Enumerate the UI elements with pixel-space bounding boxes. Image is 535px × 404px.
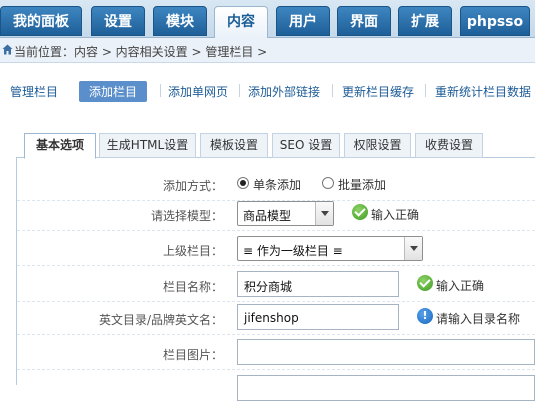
parent-select-value: ≡ 作为一级栏目 ≡	[243, 244, 343, 258]
row-category-image: 栏目图片：	[17, 336, 535, 370]
row-next	[17, 370, 535, 404]
catdir-label: 英文目录/品牌英文名：	[98, 313, 223, 327]
parent-category-select[interactable]: ≡ 作为一级栏目 ≡	[237, 236, 423, 261]
subnav-recount-data[interactable]: 重新统计栏目数据	[435, 83, 531, 100]
subnav-divider	[160, 84, 161, 97]
catname-status: 输入正确	[436, 279, 485, 293]
tab-permission-settings[interactable]: 权限设置	[344, 133, 411, 158]
row-category-dir: 英文目录/品牌英文名： jifenshop ! 请输入目录名称	[17, 301, 535, 335]
category-dir-input[interactable]: jifenshop	[237, 304, 399, 330]
model-status: 输入正确	[371, 208, 420, 222]
model-select[interactable]: 商品模型	[237, 201, 334, 226]
breadcrumb-bar: 当前位置：内容 > 内容相关设置 > 管理栏目 >	[0, 38, 535, 63]
nav-tab-content[interactable]: 内容	[214, 6, 268, 39]
radio-batch-add-label: 批量添加	[338, 178, 387, 192]
catname-label: 栏目名称：	[162, 280, 223, 294]
nav-tab-interface[interactable]: 界面	[337, 6, 391, 36]
subnav-manage-categories[interactable]: 管理栏目	[10, 83, 58, 100]
chevron-down-icon	[404, 237, 422, 260]
subnav-update-cache[interactable]: 更新栏目缓存	[342, 83, 414, 100]
check-circle-icon	[352, 204, 368, 220]
model-label: 请选择模型：	[150, 209, 223, 223]
row-parent-category: 上级栏目： ≡ 作为一级栏目 ≡	[17, 232, 535, 266]
next-field-input[interactable]	[237, 375, 535, 401]
chevron-down-icon	[315, 202, 333, 225]
radio-single-add[interactable]	[237, 177, 249, 189]
row-add-mode: 添加方式： 单条添加 批量添加	[17, 167, 535, 201]
nav-tab-my-panel[interactable]: 我的面板	[0, 6, 82, 36]
info-icon: !	[417, 308, 433, 324]
nav-tab-users[interactable]: 用户	[276, 6, 330, 36]
subnav-divider	[332, 84, 333, 97]
parent-label: 上级栏目：	[162, 244, 223, 258]
top-nav: 我的面板 设置 模块 内容 用户 界面 扩展 phpsso	[0, 0, 535, 39]
subnav-divider	[239, 84, 240, 97]
nav-tab-settings[interactable]: 设置	[91, 6, 145, 36]
nav-tab-modules[interactable]: 模块	[153, 6, 207, 36]
model-select-value: 商品模型	[243, 209, 292, 223]
subnav-add-external-link[interactable]: 添加外部链接	[248, 83, 320, 100]
category-image-input[interactable]	[237, 339, 535, 365]
add-mode-label: 添加方式：	[162, 179, 223, 193]
category-dir-value: jifenshop	[244, 311, 299, 325]
row-category-name: 栏目名称： 积分商城 输入正确	[17, 268, 535, 302]
home-icon	[2, 44, 13, 55]
subnav-add-category[interactable]: 添加栏目	[79, 81, 148, 102]
breadcrumb: 当前位置：内容 > 内容相关设置 > 管理栏目 >	[14, 45, 268, 59]
radio-batch-add[interactable]	[322, 177, 334, 189]
subnav-divider	[425, 84, 426, 97]
subnav-add-single-page[interactable]: 添加单网页	[168, 83, 228, 100]
tab-template-settings[interactable]: 模板设置	[200, 133, 268, 158]
radio-single-add-label: 单条添加	[253, 178, 302, 192]
tab-fee-settings[interactable]: 收费设置	[415, 133, 483, 158]
nav-tab-phpsso[interactable]: phpsso	[460, 6, 530, 36]
tab-basic-options[interactable]: 基本选项	[24, 133, 96, 159]
nav-tab-extensions[interactable]: 扩展	[398, 6, 452, 36]
check-circle-icon	[417, 275, 433, 291]
tab-seo-settings[interactable]: SEO 设置	[272, 133, 340, 158]
category-name-input[interactable]: 积分商城	[237, 271, 399, 297]
tab-html-settings[interactable]: 生成HTML设置	[99, 133, 196, 158]
catdir-status: 请输入目录名称	[436, 312, 521, 326]
category-name-value: 积分商城	[244, 280, 293, 294]
image-label: 栏目图片：	[162, 348, 223, 362]
row-model: 请选择模型： 商品模型 输入正确	[17, 197, 535, 231]
